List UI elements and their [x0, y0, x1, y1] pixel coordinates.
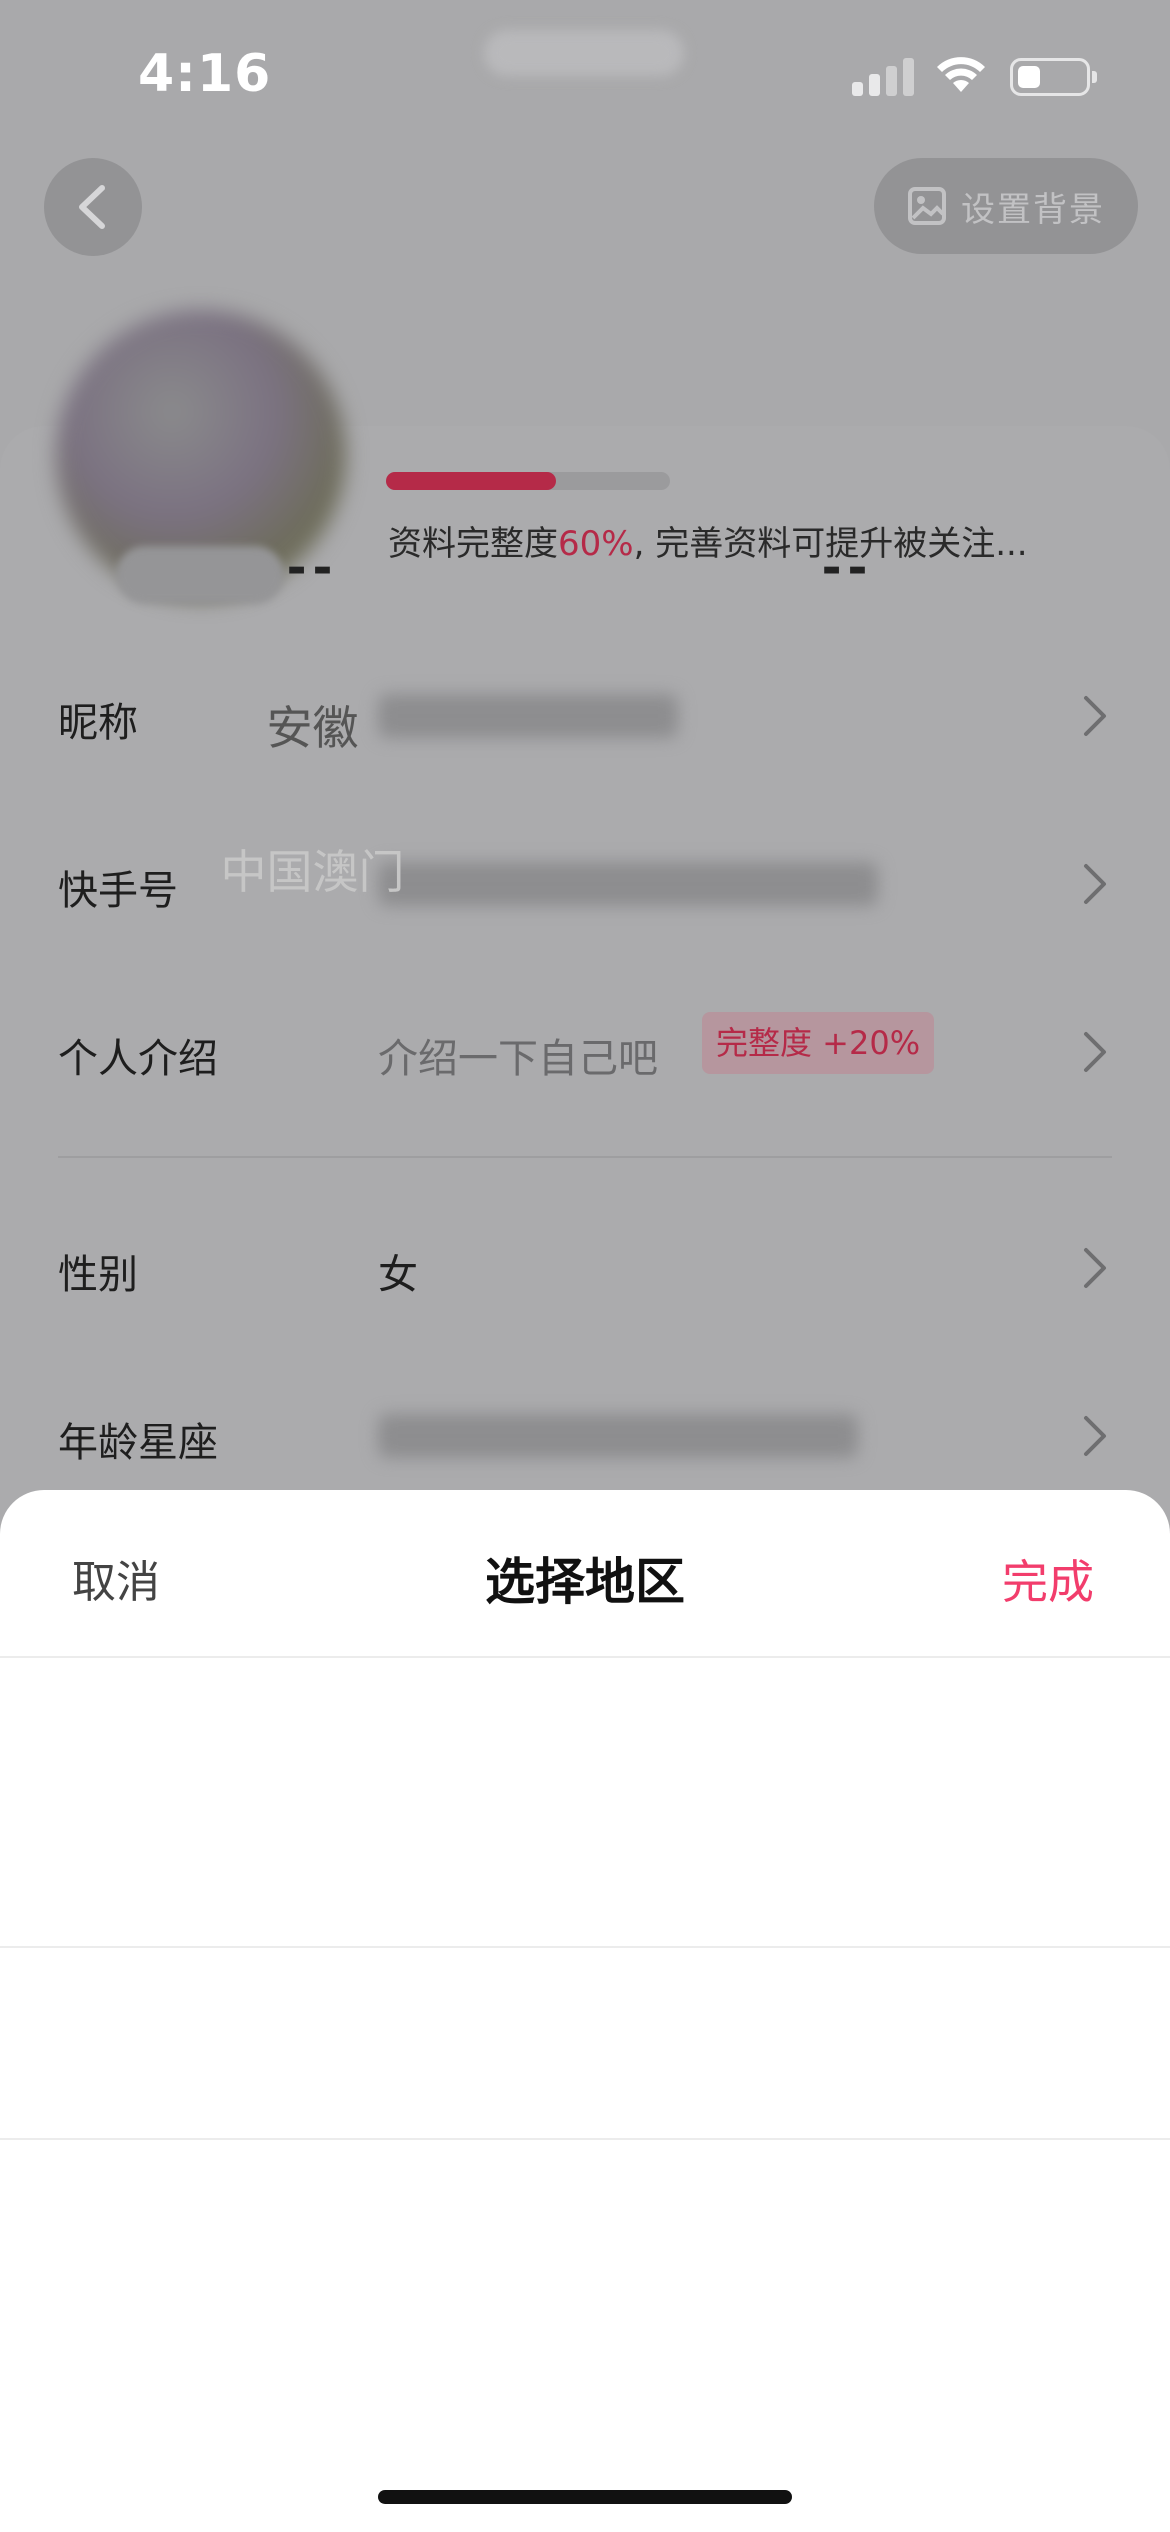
- status-pill: [484, 30, 684, 76]
- row-bio[interactable]: 个人介绍 介绍一下自己吧 完整度 +20%: [0, 990, 1170, 1110]
- status-time: 4:16: [138, 44, 272, 104]
- picker-selected-province[interactable]: --: [20, 540, 605, 596]
- row-label: 个人介绍: [58, 1036, 218, 1082]
- sheet-title: 选择地区: [485, 1553, 685, 1611]
- bio-placeholder: 介绍一下自己吧: [378, 1036, 658, 1082]
- home-indicator: [378, 2490, 792, 2504]
- completion-progress-fill: [386, 472, 557, 490]
- picker-option[interactable]: 安徽: [20, 692, 605, 758]
- image-icon: [908, 187, 946, 225]
- age-zodiac-value-blurred: [378, 1414, 858, 1458]
- section-divider: [58, 1156, 1112, 1158]
- row-label: 年龄星座: [58, 1420, 218, 1466]
- region-picker-sheet: 取消 选择地区 完成: [0, 1490, 1170, 2532]
- picker-selection-band: [0, 1946, 1170, 2140]
- sheet-header: 取消 选择地区 完成: [0, 1490, 1170, 1658]
- done-button[interactable]: 完成: [1002, 1546, 1094, 1612]
- set-background-button[interactable]: 设置背景: [874, 158, 1138, 254]
- picker-option[interactable]: 中国澳门: [20, 836, 605, 902]
- chevron-right-icon: [1084, 1248, 1106, 1288]
- status-bar: 4:16: [0, 0, 1170, 150]
- chevron-right-icon: [1084, 696, 1106, 736]
- row-gender[interactable]: 性别 女: [0, 1206, 1170, 1326]
- gender-value: 女: [378, 1252, 418, 1298]
- chevron-left-icon: [79, 185, 105, 229]
- signal-icon: [852, 56, 914, 96]
- completion-progress-bar: [386, 472, 670, 490]
- chevron-right-icon: [1084, 1032, 1106, 1072]
- wifi-icon: [937, 57, 985, 92]
- set-background-label: 设置背景: [961, 189, 1105, 230]
- row-age-zodiac[interactable]: 年龄星座: [0, 1374, 1170, 1494]
- back-button[interactable]: [44, 158, 142, 256]
- row-label: 性别: [58, 1252, 138, 1298]
- completion-badge: 完整度 +20%: [702, 1012, 935, 1074]
- battery-icon: [1010, 58, 1097, 96]
- chevron-right-icon: [1084, 1416, 1106, 1456]
- picker-selected-city[interactable]: --: [555, 540, 1140, 596]
- chevron-right-icon: [1084, 864, 1106, 904]
